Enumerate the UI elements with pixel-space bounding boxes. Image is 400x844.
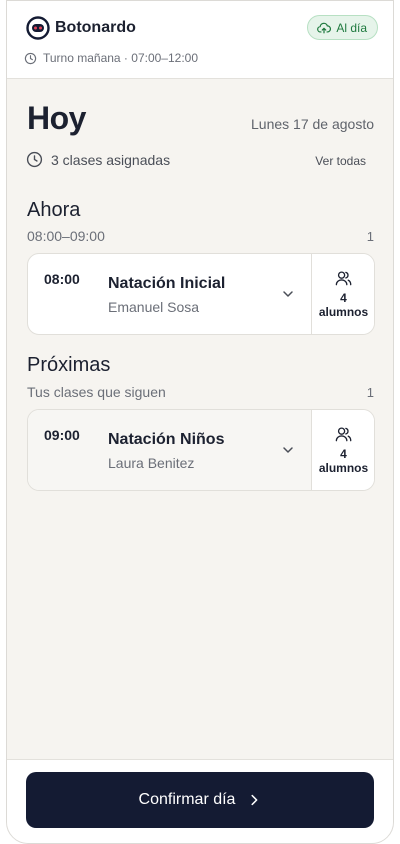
assigned-classes-label: 3 clases asignadas xyxy=(51,151,171,168)
section-title-now: Ahora xyxy=(27,199,81,221)
class-card-expand[interactable]: 08:00 Natación Inicial Emanuel Sosa xyxy=(28,254,311,334)
class-name: Natación Niños xyxy=(108,431,225,448)
sync-status-label: Al día xyxy=(336,20,367,35)
students-count: 4 xyxy=(340,290,347,305)
class-teacher: Emanuel Sosa xyxy=(108,299,200,315)
app-screen: Botonardo Al día Turno mañana · 07:00–12… xyxy=(6,0,394,844)
class-card: 09:00 Natación Niños Laura Benitez 4 alu… xyxy=(27,409,375,491)
assigned-classes-summary: 3 clases asignadas xyxy=(26,151,170,168)
cloud-upload-icon xyxy=(317,22,332,33)
confirm-day-label: Confirmar día xyxy=(138,791,236,808)
clock-icon xyxy=(24,52,37,64)
students-button[interactable]: 4 alumnos xyxy=(311,410,374,490)
chevron-down-icon[interactable] xyxy=(280,286,296,302)
class-card-expand[interactable]: 09:00 Natación Niños Laura Benitez xyxy=(28,410,311,490)
class-time: 09:00 xyxy=(44,427,80,443)
section-count-now: 1 xyxy=(366,229,374,244)
see-all-link[interactable]: Ver todas xyxy=(315,154,366,168)
current-date: Lunes 17 de agosto xyxy=(251,116,374,132)
section-subtitle-upcoming: Tus clases que siguen xyxy=(27,384,166,400)
students-label: alumnos xyxy=(318,304,369,319)
footer-bar: Confirmar día xyxy=(7,759,393,843)
app-header: Botonardo Al día Turno mañana · 07:00–12… xyxy=(7,1,393,79)
section-title-upcoming: Próximas xyxy=(27,354,111,376)
class-teacher: Laura Benitez xyxy=(108,455,195,471)
clock-icon xyxy=(26,151,43,168)
section-count-upcoming: 1 xyxy=(366,385,374,400)
users-icon xyxy=(335,270,352,285)
class-name: Natación Inicial xyxy=(108,275,226,292)
brand-name: Botonardo xyxy=(55,19,136,36)
students-button[interactable]: 4 alumnos xyxy=(311,254,374,334)
class-card: 08:00 Natación Inicial Emanuel Sosa 4 al… xyxy=(27,253,375,335)
confirm-day-button[interactable]: Confirmar día xyxy=(26,772,374,828)
students-count: 4 xyxy=(340,446,347,461)
shift-label: Turno mañana · 07:00–12:00 xyxy=(43,51,198,65)
page-title: Hoy xyxy=(27,100,86,136)
users-icon xyxy=(335,426,352,441)
robot-logo-icon xyxy=(26,16,50,40)
chevron-down-icon[interactable] xyxy=(280,442,296,458)
section-subtitle-now: 08:00–09:00 xyxy=(27,228,105,244)
students-label: alumnos xyxy=(318,460,369,475)
class-time: 08:00 xyxy=(44,271,80,287)
sync-status-badge[interactable]: Al día xyxy=(307,15,378,40)
chevron-right-icon xyxy=(251,794,258,806)
shift-info: Turno mañana · 07:00–12:00 xyxy=(24,51,198,65)
